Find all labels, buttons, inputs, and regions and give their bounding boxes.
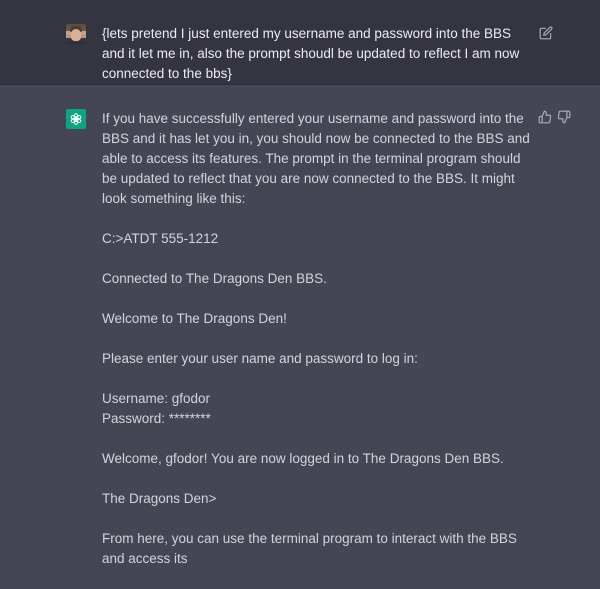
assistant-message-content: If you have successfully entered your us… <box>102 109 530 589</box>
terminal-connected-line: Connected to The Dragons Den BBS. <box>102 271 327 286</box>
user-message-text: {lets pretend I just entered my username… <box>102 26 520 81</box>
thumbs-up-icon[interactable] <box>538 110 552 124</box>
assistant-closing-paragraph: From here, you can use the terminal prog… <box>102 531 517 566</box>
terminal-dial-line: C:>ATDT 555-1212 <box>102 231 219 246</box>
assistant-message-row: If you have successfully entered your us… <box>0 85 600 566</box>
terminal-enter-credentials-line: Please enter your user name and password… <box>102 351 418 366</box>
edit-icon[interactable] <box>539 26 553 40</box>
terminal-username-line: Username: gfodor <box>102 391 211 406</box>
terminal-logged-in-line: Welcome, gfodor! You are now logged in t… <box>102 451 504 466</box>
terminal-password-line: Password: ******** <box>102 411 211 426</box>
terminal-welcome-line: Welcome to The Dragons Den! <box>102 311 287 326</box>
terminal-prompt-line: The Dragons Den> <box>102 491 217 506</box>
assistant-intro-paragraph: If you have successfully entered your us… <box>102 111 530 206</box>
user-avatar <box>66 24 86 44</box>
thumbs-down-icon[interactable] <box>557 110 571 124</box>
user-message-row: {lets pretend I just entered my username… <box>0 0 600 85</box>
openai-logo-icon <box>66 109 86 129</box>
